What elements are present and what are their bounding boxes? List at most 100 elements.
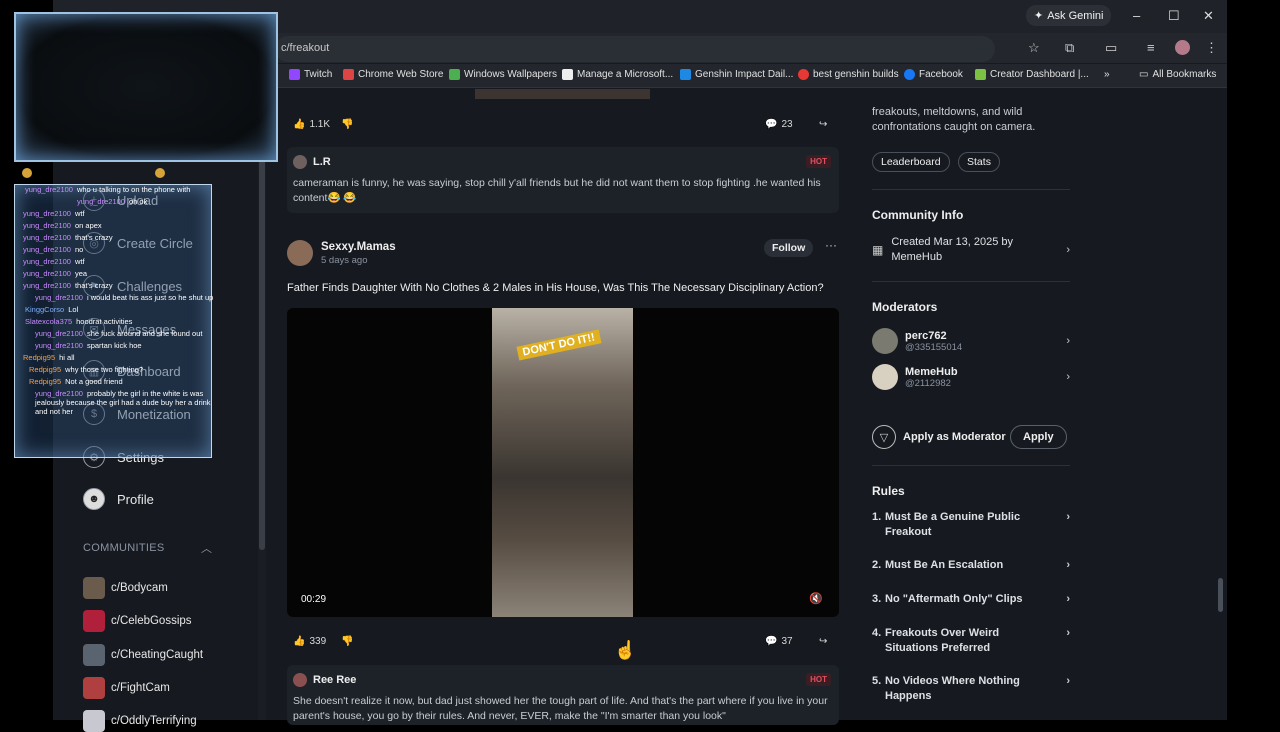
created-info-row[interactable]: ▦ Created Mar 13, 2025 by MemeHub › [872,235,1070,265]
bookmark-microsoft[interactable]: Manage a Microsoft... [562,69,673,80]
bookmark-facebook[interactable]: Facebook [904,69,963,80]
chat-message: yung_dre2100 wtf [23,257,85,266]
chat-text: why those two fighting? [65,365,144,374]
bookmark-genshin-builds[interactable]: best genshin builds [798,69,899,80]
community-label: c/Bodycam [111,582,168,594]
like-count: 339 [309,635,327,647]
rule-text: No "Aftermath Only" Clips [885,593,1023,605]
post-actions-top: 👍 1.1K 👎 💬 23 ↪ [287,112,839,136]
chat-message: Slatexcola375 hoodrat activities [25,317,132,326]
sidebar-scroll-thumb[interactable] [259,100,265,550]
like-button[interactable]: 👍 1.1K [293,119,330,130]
bookmark-windows-wallpapers[interactable]: Windows Wallpapers [449,69,557,80]
share-icon[interactable]: ↪ [819,636,827,647]
rule-item[interactable]: 4. Freakouts Over Weird Situations Prefer… [872,626,1070,656]
chat-text: that's crazy [74,233,113,242]
leaderboard-chip[interactable]: Leaderboard [872,152,950,172]
rule-number: 1. [872,511,882,523]
bookmark-genshin-daily[interactable]: Genshin Impact Dail... [680,69,793,80]
bookmark-label: Genshin Impact Dail... [695,69,794,80]
chat-username: yung_dre2100 [35,389,83,398]
media-icon[interactable]: ≡ [1147,40,1155,55]
rule-item[interactable]: 3. No "Aftermath Only" Clips › [872,592,1070,607]
maximize-icon[interactable]: ☐ [1168,8,1180,24]
wallpapers-icon [449,69,460,80]
ask-gemini-label: Ask Gemini [1047,9,1104,22]
apply-button[interactable]: Apply [1010,425,1067,449]
bookmark-creator-dashboard[interactable]: Creator Dashboard |... [975,69,1089,80]
author-name[interactable]: Sexxy.Mamas [321,241,396,253]
bookmark-all-bookmarks[interactable]: ▭ All Bookmarks [1139,69,1216,80]
comments-button[interactable]: 💬 23 [765,119,793,130]
like-button[interactable]: 👍 339 [293,636,326,647]
chat-message: yung_dre2100 she fuck around and she foun… [35,329,202,338]
thumbs-down-icon[interactable]: 👎 [341,636,353,647]
created-text: Created Mar 13, 2025 by MemeHub [891,236,1014,263]
ask-gemini-button[interactable]: ✦ Ask Gemini [1026,5,1112,26]
page-scrollbar[interactable] [1216,89,1224,720]
chevron-up-icon[interactable]: ︿ [201,540,212,556]
profile-avatar-icon[interactable] [1175,40,1190,55]
share-icon[interactable]: ↪ [819,119,827,130]
thumbs-down-icon[interactable]: 👎 [341,119,353,130]
rule-item[interactable]: 2. Must Be An Escalation › [872,558,1070,573]
star-icon[interactable]: ☆ [1028,40,1040,56]
moderator-row[interactable]: MemeHub @2112982 › [872,364,1070,390]
mute-icon[interactable]: 🔇 [809,592,823,605]
bookmark-label: Facebook [919,69,963,80]
stats-chip[interactable]: Stats [958,152,1000,172]
thumbs-up-icon: 👍 [293,635,306,647]
nav-profile[interactable]: ☻ Profile [83,488,154,510]
bookmark-chrome-web-store[interactable]: Chrome Web Store [343,69,443,80]
moderator-row[interactable]: perc762 @335155014 › [872,328,1070,354]
rule-item[interactable]: 1. Must Be a Genuine Public Freakout › [872,510,1070,540]
bookmark-twitch[interactable]: Twitch [289,69,332,80]
bookmarks-overflow-button[interactable]: » [1104,69,1110,80]
avatar[interactable] [287,240,313,266]
community-description: freakouts, meltdowns, and wild confronta… [872,106,1036,133]
address-bar[interactable]: c/freakout [275,36,995,62]
chat-username: Redpig95 [29,377,62,386]
chat-message: Redpig95 hi all [23,353,75,362]
chat-text: wtf [74,257,85,266]
bookmark-label: Manage a Microsoft... [577,69,674,80]
chat-message: yung_dre2100 who u talking to on the phon… [25,185,190,194]
close-icon[interactable]: ✕ [1203,8,1214,24]
community-cheatingcaught[interactable]: c/CheatingCaught [83,644,203,666]
chat-message: Redpig95 Not a good friend [29,377,123,386]
rule-item[interactable]: 5. No Videos Where Nothing Happens › [872,674,1070,704]
video-player[interactable]: DON'T DO IT!! 00:29 🔇 [287,308,839,617]
extensions-icon[interactable]: ⧉ [1065,40,1074,56]
comment-author[interactable]: Ree Ree [313,674,356,686]
outlook-icon [680,69,691,80]
bookmark-label: best genshin builds [813,69,899,80]
avatar [293,155,307,169]
community-celebgossips[interactable]: c/CelebGossips [83,610,192,632]
community-bodycam[interactable]: c/Bodycam [83,577,168,599]
rule-text: Freakouts Over Weird Situations Preferre… [885,627,1000,654]
community-oddlyterrifying[interactable]: c/OddlyTerrifying [83,710,197,732]
menu-kebab-icon[interactable]: ⋮ [1205,40,1218,56]
chat-username: yung_dre2100 [23,221,71,230]
community-info-title: Community Info [872,208,964,222]
chat-username: yung_dre2100 [23,257,71,266]
nav-label: Profile [117,491,154,507]
creator-dashboard-icon [975,69,986,80]
more-options-icon[interactable]: ··· [825,238,837,252]
moderator-id: @2112982 [905,377,951,389]
cast-icon[interactable]: ▭ [1105,40,1117,56]
post-title[interactable]: Father Finds Daughter With No Clothes & … [287,282,824,294]
page-scroll-thumb[interactable] [1218,578,1223,612]
like-count: 1.1K [309,118,331,130]
comment-author[interactable]: L.R [313,156,331,168]
community-fightcam[interactable]: c/FightCam [83,677,170,699]
chat-username: yung_dre2100 [23,209,71,218]
chat-username: yung_dre2100 [35,329,83,338]
gem-icon [155,168,165,178]
rule-number: 3. [872,593,882,605]
profile-icon: ☻ [83,488,105,510]
minimize-icon[interactable]: – [1133,8,1140,23]
follow-button[interactable]: Follow [764,239,814,257]
bookmark-label: All Bookmarks [1152,69,1217,80]
comments-button[interactable]: 💬 37 [765,636,793,647]
